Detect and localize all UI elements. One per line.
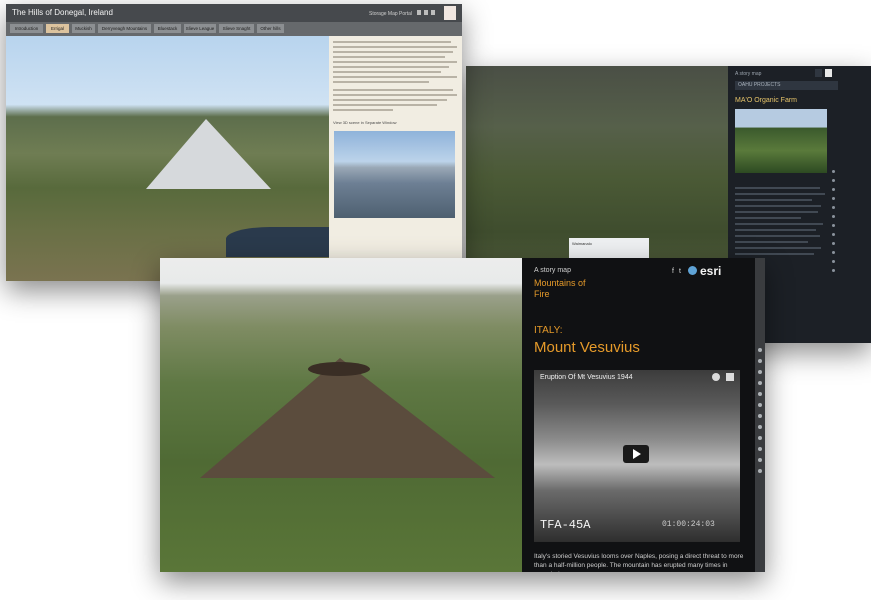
story-panel: A story map Mountains of Fire f t esri I…	[522, 258, 755, 572]
section-scrollbar[interactable]	[755, 258, 765, 572]
scene-link-caption[interactable]: View 3D scene in Separate Window	[333, 120, 397, 125]
panel-text-lines	[735, 187, 829, 259]
facebook-icon[interactable]: f	[672, 268, 674, 275]
play-button[interactable]	[623, 445, 649, 463]
tab-introduction[interactable]: Introduction	[10, 24, 43, 33]
donegal-story-map-screenshot: The Hills of Donegal, Ireland Storage Ma…	[6, 4, 462, 281]
esri-logo[interactable]: esri	[700, 264, 721, 278]
video-player[interactable]: Eruption Of Mt Vesuvius 1944 TFA-45A 01:…	[534, 370, 740, 542]
share-icon[interactable]	[825, 69, 832, 77]
farm-photo	[735, 109, 827, 173]
film-code: TFA-45A	[540, 518, 591, 532]
esri-globe-icon	[688, 266, 697, 275]
app-header: The Hills of Donegal, Ireland Storage Ma…	[6, 4, 462, 22]
country-label: ITALY:	[534, 325, 563, 336]
narrative-panel: View 3D scene in Separate Window	[329, 36, 462, 281]
facebook-icon[interactable]	[417, 10, 421, 15]
popup-title: Waimanalo	[572, 241, 592, 246]
tab-errigal[interactable]: Errigal	[46, 24, 69, 33]
section-title: Mount Vesuvius	[534, 339, 640, 356]
section-label: OAHU PROJECTS	[735, 81, 838, 90]
errigal-mountain	[146, 119, 271, 189]
app-title: The Hills of Donegal, Ireland	[12, 8, 113, 17]
errigal-photo	[334, 131, 455, 218]
vesuvius-volcano	[200, 358, 495, 478]
crater	[308, 362, 370, 376]
tab-slieve-league[interactable]: Slieve League	[184, 24, 216, 33]
timecode: 01:00:24:03	[662, 520, 715, 529]
section-nav-dots[interactable]	[830, 170, 836, 278]
tab-muckish[interactable]: Muckish	[72, 24, 95, 33]
clock-icon[interactable]	[712, 373, 720, 381]
header-link[interactable]: Storage Map Portal	[369, 11, 412, 17]
series-title: Mountains of Fire	[534, 278, 586, 299]
tab-slieve-snaght[interactable]: Slieve Snaght	[219, 24, 254, 33]
section-title: MA'O Organic Farm	[735, 97, 798, 104]
story-map-label: A story map	[534, 267, 571, 274]
description-text: Italy's storied Vesuvius looms over Napl…	[534, 553, 744, 572]
logo-icon	[444, 6, 456, 20]
video-title: Eruption Of Mt Vesuvius 1944	[540, 374, 633, 381]
tab-bluestack[interactable]: Bluestack	[154, 24, 181, 33]
tab-derryveagh[interactable]: Derryveagh Mountains	[98, 24, 151, 33]
twitter-icon[interactable]: t	[679, 268, 681, 275]
link-icon[interactable]	[815, 69, 822, 77]
lake	[226, 227, 336, 257]
vesuvius-story-map-screenshot: A story map Mountains of Fire f t esri I…	[160, 258, 765, 572]
twitter-icon[interactable]	[424, 10, 428, 15]
link-icon[interactable]	[431, 10, 435, 15]
story-map-label: A story map	[735, 71, 762, 77]
share-icon[interactable]	[726, 373, 734, 381]
tab-bar: Introduction Errigal Muckish Derryveagh …	[6, 22, 462, 36]
tab-other-hills[interactable]: Other hills	[257, 24, 284, 33]
